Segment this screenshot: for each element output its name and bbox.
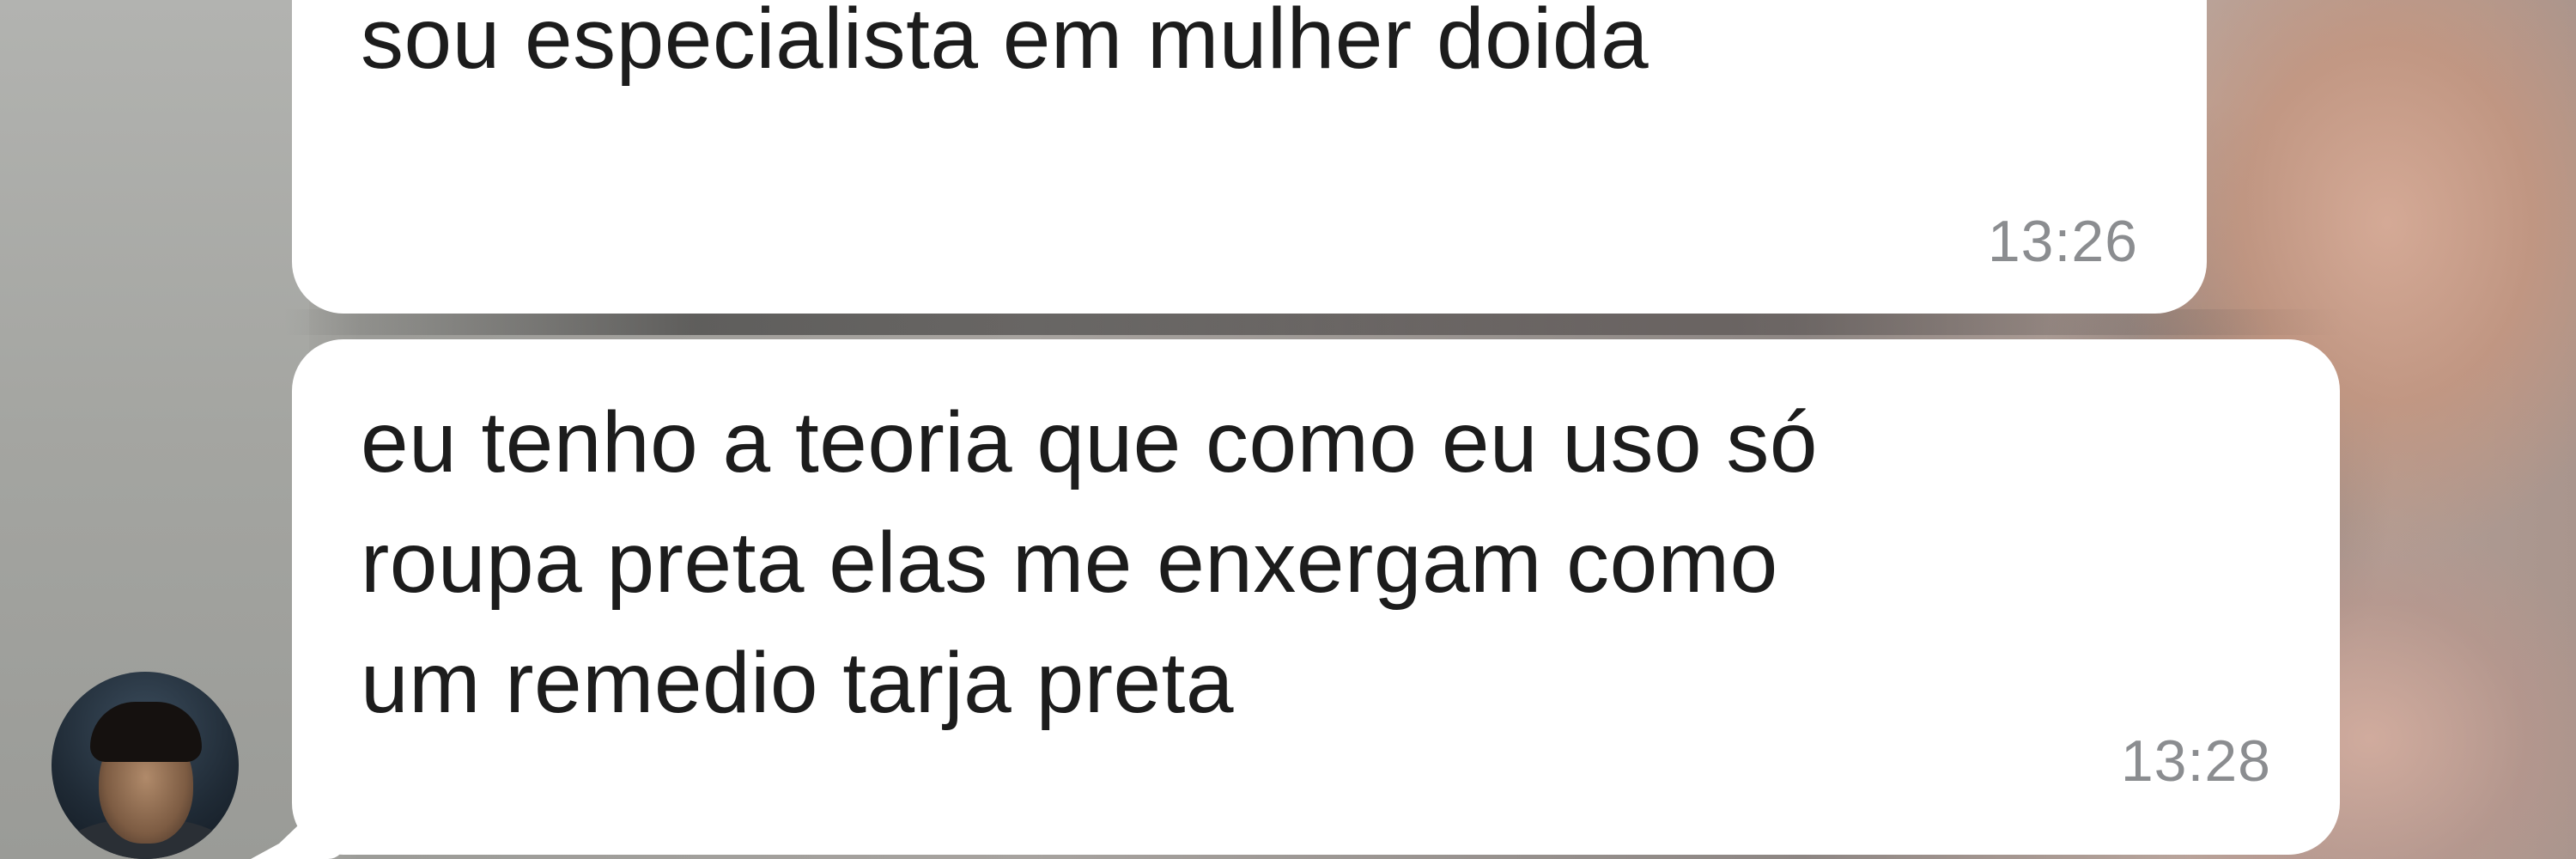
message-text: eu tenho a teoria que como eu uso só rou… [361,394,1818,731]
avatar-hair [90,702,202,762]
sender-avatar[interactable] [52,672,239,859]
message-bubble[interactable]: sou especialista em mulher doida 13:26 [292,0,2207,314]
message-bubble[interactable]: eu tenho a teoria que como eu uso só rou… [292,339,2340,855]
message-timestamp: 13:28 [2120,728,2271,794]
message-text: sou especialista em mulher doida [361,0,1649,87]
message-timestamp: 13:26 [1987,209,2138,274]
